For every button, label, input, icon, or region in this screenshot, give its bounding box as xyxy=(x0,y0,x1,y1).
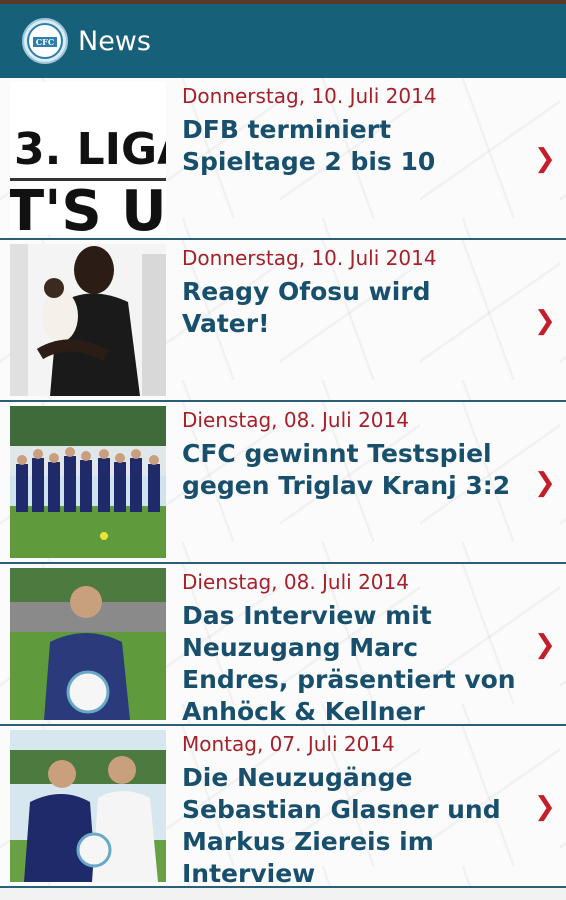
news-thumbnail xyxy=(10,406,166,558)
news-title[interactable]: Reagy Ofosu wird Vater! xyxy=(182,276,522,340)
svg-text:CFC: CFC xyxy=(36,37,54,47)
news-item[interactable]: Dienstag, 08. Juli 2014 Das Interview mi… xyxy=(0,564,566,726)
svg-text:3. LIGA: 3. LIGA xyxy=(14,124,166,175)
news-thumbnail: 3. LIGA T'S U xyxy=(10,82,166,234)
news-thumbnail xyxy=(10,730,166,882)
chevron-right-icon[interactable]: ❯ xyxy=(534,792,556,822)
news-item[interactable]: Dienstag, 08. Juli 2014 CFC gewinnt Test… xyxy=(0,402,566,564)
chevron-right-icon[interactable]: ❯ xyxy=(534,468,556,498)
news-date: Donnerstag, 10. Juli 2014 xyxy=(182,84,437,108)
chevron-right-icon[interactable]: ❯ xyxy=(534,306,556,336)
app-title: News xyxy=(78,25,151,57)
news-thumbnail xyxy=(10,244,166,396)
news-item[interactable]: 3. LIGA T'S U Donnerstag, 10. Juli 2014 … xyxy=(0,78,566,240)
news-title[interactable]: Die Neuzugänge Sebastian Glasner und Mar… xyxy=(182,762,522,886)
svg-text:T'S U: T'S U xyxy=(10,179,166,234)
app-bar: CFC News xyxy=(0,4,566,78)
news-date: Donnerstag, 10. Juli 2014 xyxy=(182,246,437,270)
news-item[interactable]: Montag, 07. Juli 2014 Die Neuzugänge Seb… xyxy=(0,726,566,888)
news-title[interactable]: CFC gewinnt Testspiel gegen Triglav Kran… xyxy=(182,438,522,502)
news-date: Dienstag, 08. Juli 2014 xyxy=(182,408,409,432)
news-date: Dienstag, 08. Juli 2014 xyxy=(182,570,409,594)
news-date: Montag, 07. Juli 2014 xyxy=(182,732,395,756)
club-logo-icon[interactable]: CFC xyxy=(22,18,68,64)
news-thumbnail xyxy=(10,568,166,720)
news-title[interactable]: Das Interview mit Neuzugang Marc Endres,… xyxy=(182,600,522,724)
news-item[interactable]: Donnerstag, 10. Juli 2014 Reagy Ofosu wi… xyxy=(0,240,566,402)
news-title[interactable]: DFB terminiert Spieltage 2 bis 10 xyxy=(182,114,522,178)
chevron-right-icon[interactable]: ❯ xyxy=(534,144,556,174)
news-list[interactable]: 3. LIGA T'S U Donnerstag, 10. Juli 2014 … xyxy=(0,78,566,900)
chevron-right-icon[interactable]: ❯ xyxy=(534,630,556,660)
